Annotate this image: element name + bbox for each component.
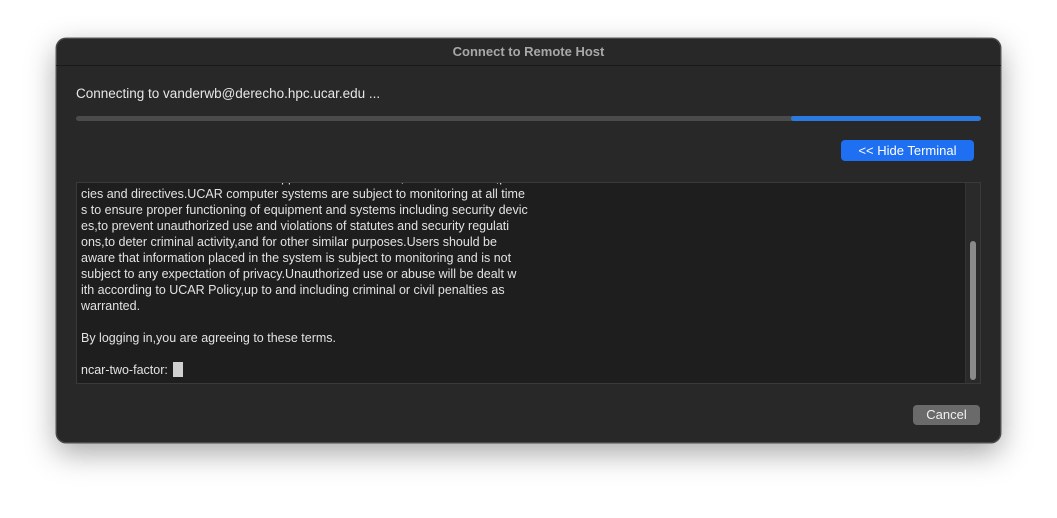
- terminal-line: warranted.: [81, 299, 141, 313]
- terminal-scrollbar[interactable]: [965, 183, 980, 383]
- terminal-line: subject to any expectation of privacy.Un…: [81, 267, 517, 281]
- cancel-button[interactable]: Cancel: [913, 405, 980, 425]
- terminal-prompt: ncar-two-factor:: [81, 363, 172, 377]
- terminal-line: aware that information placed in the sys…: [81, 251, 512, 265]
- terminal-line: ith according to UCAR Policy,up to and i…: [81, 283, 505, 297]
- hide-terminal-button[interactable]: << Hide Terminal: [841, 140, 974, 161]
- window-title: Connect to Remote Host: [452, 44, 605, 59]
- terminal-line: cies and directives.UCAR computer system…: [81, 187, 525, 201]
- title-bar[interactable]: Connect to Remote Host: [56, 38, 1001, 66]
- text-cursor: [173, 362, 184, 377]
- progress-fill: [790, 116, 981, 121]
- terminal-line: By logging in,you are agreeing to these …: [81, 331, 337, 345]
- terminal-prompt-line[interactable]: ncar-two-factor:: [81, 362, 581, 378]
- connection-status-text: Connecting to vanderwb@derecho.hpc.ucar.…: [76, 86, 381, 101]
- connection-progress-bar: [76, 116, 981, 121]
- terminal-text: UCAR Policies 1-7 and 3-6 and all applic…: [81, 183, 581, 378]
- scrollbar-thumb[interactable]: [970, 241, 976, 380]
- terminal-line: ons,to deter criminal activity,and for o…: [81, 235, 497, 249]
- terminal-line: s to ensure proper functioning of equipm…: [81, 203, 528, 217]
- terminal-line: es,to prevent unauthorized use and viola…: [81, 219, 510, 233]
- terminal-output[interactable]: UCAR Policies 1-7 and 3-6 and all applic…: [76, 182, 981, 384]
- connect-dialog: Connect to Remote Host Connecting to van…: [56, 38, 1001, 443]
